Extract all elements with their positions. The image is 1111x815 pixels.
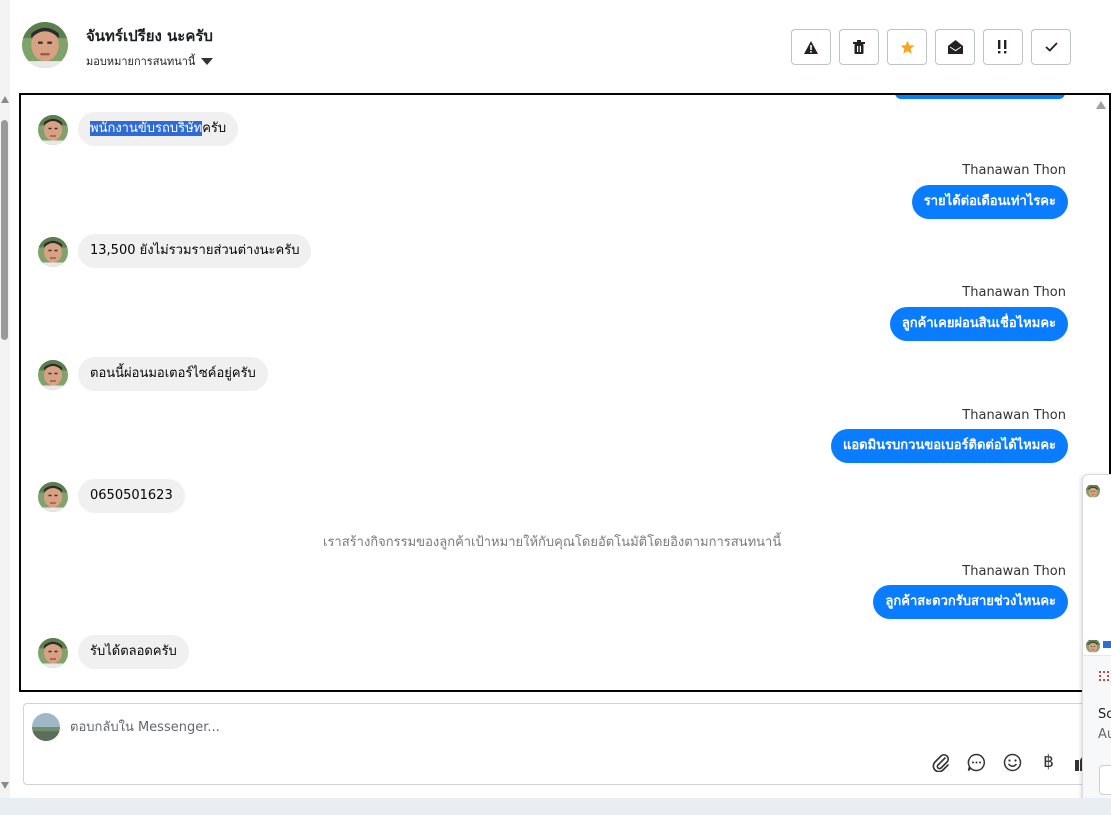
- sender-name: Thanawan Thon: [962, 408, 1066, 423]
- outgoing-message-bubble[interactable]: ลูกค้าสะดวกรับสายช่วงไหนคะ: [873, 585, 1068, 619]
- assign-conversation-dropdown[interactable]: มอบหมายการสนทนานี้: [86, 52, 214, 70]
- saved-replies-button[interactable]: [965, 750, 988, 774]
- chevron-down-icon: [201, 57, 214, 65]
- sender-name: Thanawan Thon: [962, 564, 1066, 579]
- check-icon: [1044, 42, 1058, 52]
- contact-avatar[interactable]: [38, 482, 68, 512]
- contact-avatar[interactable]: [38, 115, 68, 145]
- delete-button[interactable]: [839, 29, 879, 65]
- conversation-header: จันทร์เปรียง นะครับ มอบหมายการสนทนานี้: [10, 0, 1111, 92]
- warning-icon: [804, 40, 818, 54]
- star-button[interactable]: [887, 29, 927, 65]
- trash-icon: [853, 40, 865, 54]
- reply-composer: ฿: [23, 703, 1101, 785]
- sender-name: Thanawan Thon: [962, 285, 1066, 300]
- message-thread[interactable]: พนักงานขับรถบริษัทครับ Thanawan Thon ราย…: [19, 93, 1111, 692]
- incoming-message-bubble[interactable]: 13,500 ยังไม่รวมรายส่วนต่างนะครับ: [78, 234, 312, 268]
- contact-avatar[interactable]: [38, 638, 68, 668]
- outgoing-message-bubble-partial: [895, 95, 1065, 99]
- contact-avatar[interactable]: [38, 360, 68, 390]
- follow-up-icon: [998, 40, 1007, 54]
- conversation-toolbar: [791, 29, 1071, 65]
- emoji-button[interactable]: [1001, 750, 1024, 774]
- incoming-message-bubble[interactable]: รับได้ตลอดครับ: [78, 635, 189, 669]
- notification-avatar: [1086, 639, 1100, 653]
- paperclip-icon: [932, 753, 949, 772]
- notification-action-button[interactable]: [1099, 765, 1111, 795]
- selected-text: พนักงานขับรถบริษัท: [90, 121, 203, 136]
- envelope-open-icon: [947, 40, 963, 54]
- contact-avatar[interactable]: [22, 22, 68, 68]
- reply-input[interactable]: [70, 716, 970, 738]
- page-avatar: [32, 713, 60, 741]
- contact-avatar[interactable]: [38, 237, 68, 267]
- mark-unread-button[interactable]: [935, 29, 975, 65]
- message-text: ครับ: [202, 121, 227, 136]
- scroll-up-arrow[interactable]: [1, 96, 9, 103]
- outgoing-message-bubble[interactable]: ลูกค้าเคยผ่อนสินเชื่อไหมคะ: [889, 307, 1068, 341]
- scroll-down-arrow[interactable]: [1, 782, 9, 789]
- outgoing-message-bubble[interactable]: แอดมินรบกวนขอเบอร์ติดต่อได้ไหมคะ: [830, 429, 1068, 463]
- bottom-edge: [0, 798, 1111, 815]
- outgoing-message-bubble[interactable]: รายได้ต่อเดือนเท่าไรคะ: [911, 185, 1068, 219]
- notification-title: Sc: [1098, 707, 1111, 722]
- conversation-panel: จันทร์เปรียง นะครับ มอบหมายการสนทนานี้ พ…: [10, 0, 1111, 798]
- thread-scroll-up-arrow[interactable]: [1096, 101, 1106, 109]
- notification-badge: [1103, 641, 1111, 648]
- system-notice: เราสร้างกิจกรรมของลูกค้าเป้าหมายให้กับคุ…: [323, 535, 782, 550]
- baht-icon: ฿: [1043, 752, 1054, 772]
- side-notification-panel[interactable]: Sc Au: [1082, 474, 1111, 810]
- page-scrollbar[interactable]: [0, 0, 10, 800]
- mark-done-button[interactable]: [1031, 29, 1071, 65]
- scroll-thumb[interactable]: [1, 120, 8, 340]
- report-button[interactable]: [791, 29, 831, 65]
- assign-label: มอบหมายการสนทนานี้: [86, 55, 196, 68]
- incoming-message-bubble[interactable]: ตอนนี้ผ่อนมอเตอร์ไซค์อยู่ครับ: [78, 357, 268, 391]
- sender-name: Thanawan Thon: [962, 163, 1066, 178]
- app-grid-icon: [1099, 671, 1109, 681]
- incoming-message-bubble[interactable]: 0650501623: [78, 479, 185, 513]
- composer-actions: ฿: [929, 750, 1096, 774]
- payment-button[interactable]: ฿: [1037, 750, 1060, 774]
- incoming-message-bubble[interactable]: พนักงานขับรถบริษัทครับ: [78, 112, 239, 146]
- notification-avatar: [1086, 484, 1100, 498]
- saved-replies-icon: [967, 753, 985, 771]
- contact-name[interactable]: จันทร์เปรียง นะครับ: [86, 24, 213, 48]
- attach-button[interactable]: [929, 750, 952, 774]
- notification-subtitle: Au: [1098, 727, 1111, 742]
- emoji-icon: [1003, 753, 1022, 771]
- star-icon: [900, 40, 914, 54]
- follow-up-button[interactable]: [983, 29, 1023, 65]
